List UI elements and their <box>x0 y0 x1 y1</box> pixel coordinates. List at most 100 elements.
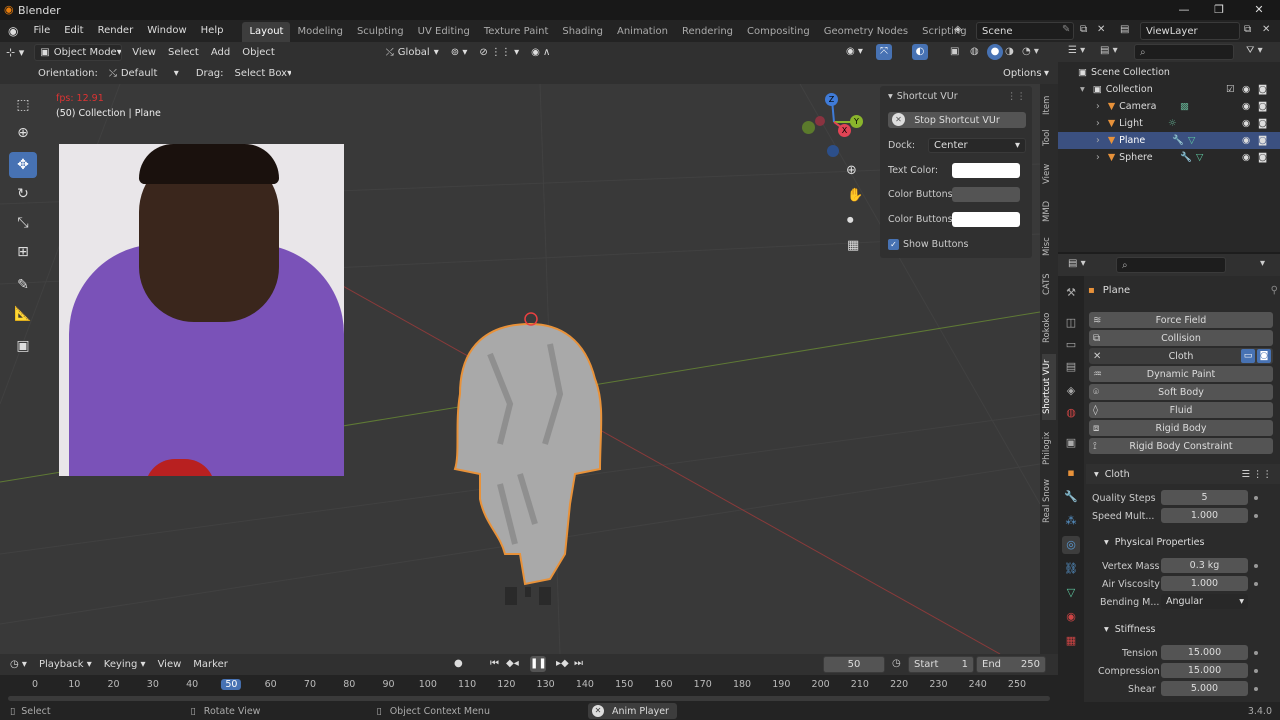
eye-icon[interactable]: ◉ <box>1242 101 1250 112</box>
output-tab-icon[interactable]: ▭ <box>1062 336 1080 354</box>
cloth-object[interactable] <box>440 284 620 604</box>
start-frame-field[interactable]: Start 1 <box>908 656 974 673</box>
eye-icon[interactable]: ◉ <box>1242 118 1250 129</box>
scene-icon[interactable]: ◈ <box>954 24 962 35</box>
fluid-button[interactable]: ◊ Fluid <box>1089 402 1273 418</box>
gizmo-neg-y[interactable] <box>802 121 815 134</box>
outliner-collection[interactable]: ▾ ▣ Collection ☑ ◉ ◙ <box>1058 81 1280 98</box>
cancel-icon[interactable]: ✕ <box>591 705 604 717</box>
menu-file[interactable]: File <box>26 20 57 42</box>
outliner-search[interactable]: ⌕ <box>1134 44 1234 60</box>
scene-selector[interactable]: Scene <box>976 22 1074 40</box>
tab-philogix[interactable]: Philogix <box>1042 426 1056 470</box>
keyframe-dot[interactable] <box>1254 669 1258 673</box>
keyframe-dot[interactable] <box>1254 496 1258 500</box>
maximize-icon[interactable]: ❐ <box>1211 2 1227 18</box>
render-toggle-icon[interactable]: ◙ <box>1257 349 1271 363</box>
editor-type-icon[interactable]: ⊹ ▾ <box>0 46 30 59</box>
select-tool-icon[interactable]: ⬚ <box>9 92 37 118</box>
keyframe-dot[interactable] <box>1254 651 1258 655</box>
drag-handle-icon[interactable]: ⋮⋮ <box>1007 91 1026 102</box>
snap-icon[interactable]: ⊘ ⋮⋮ ▾ <box>473 47 525 58</box>
view-layer-icon[interactable]: ▤ <box>1120 24 1129 35</box>
physics-tab-icon[interactable]: ◎ <box>1062 536 1080 554</box>
tab-cats[interactable]: CATS <box>1042 270 1056 298</box>
view-layer-tab-icon[interactable]: ▤ <box>1062 358 1080 376</box>
list-menu-icon[interactable]: ☰ ⋮⋮ <box>1241 469 1272 480</box>
eye-icon[interactable]: ◉ <box>1242 152 1250 163</box>
panel-header[interactable]: ▾ Shortcut VUr ⋮⋮ <box>888 88 1026 104</box>
current-frame-field[interactable]: 50 <box>823 656 885 673</box>
outliner-scene-collection[interactable]: ▣ Scene Collection <box>1058 64 1280 81</box>
mode-selector[interactable]: ▣ Object Mode ▾ <box>34 44 123 61</box>
light-data-icon[interactable]: ☼ <box>1168 118 1177 129</box>
menu-render[interactable]: Render <box>91 20 141 42</box>
particles-tab-icon[interactable]: ⁂ <box>1062 512 1080 530</box>
pan-icon[interactable]: ✋ <box>847 188 863 203</box>
outliner-item-camera[interactable]: › ▼ Camera ▩ ◉ ◙ <box>1058 98 1280 115</box>
eye-icon[interactable]: ◉ <box>1242 135 1250 146</box>
quality-steps-field[interactable]: 5 <box>1161 490 1248 505</box>
measure-tool-icon[interactable]: 📐 <box>9 301 37 327</box>
eye-icon[interactable]: ◉ <box>1242 84 1250 95</box>
jump-end-icon[interactable]: ⏭ <box>574 658 583 669</box>
modifier-tab-icon[interactable]: 🔧 <box>1062 488 1080 506</box>
remove-view-layer-icon[interactable]: ✕ <box>1262 24 1270 35</box>
transform-orientation[interactable]: ⤯ Global ▾ <box>381 44 445 61</box>
tab-misc[interactable]: Misc <box>1042 234 1056 260</box>
data-tab-icon[interactable]: ▽ <box>1062 584 1080 602</box>
outliner-item-sphere[interactable]: › ▼ Sphere 🔧 ▽ ◉ ◙ <box>1058 149 1280 166</box>
dynamic-paint-button[interactable]: ♒ Dynamic Paint <box>1089 366 1273 382</box>
scene-tab-icon[interactable]: ◈ <box>1062 382 1080 400</box>
gizmo-toggle-icon[interactable]: ⤧ <box>876 44 892 60</box>
material-shading-icon[interactable]: ◑ <box>1005 46 1014 57</box>
viewport-menu-view[interactable]: View <box>126 47 162 58</box>
object-tab-icon[interactable]: ▪ <box>1062 464 1080 482</box>
marker-menu[interactable]: Marker <box>187 659 234 670</box>
viewport-menu-add[interactable]: Add <box>205 47 236 58</box>
timeline-view-menu[interactable]: View <box>152 659 188 670</box>
tab-scripting[interactable]: Scripting <box>915 22 973 42</box>
tab-shading[interactable]: Shading <box>555 22 610 42</box>
compression-field[interactable]: 15.000 <box>1161 663 1248 678</box>
keyframe-dot[interactable] <box>1254 582 1258 586</box>
tab-texture-paint[interactable]: Texture Paint <box>477 22 556 42</box>
camera-render-icon[interactable]: ◙ <box>1258 152 1267 163</box>
anim-player-status[interactable]: ✕ Anim Player <box>587 703 677 719</box>
display-mode-icon[interactable]: ▤ ▾ <box>1100 45 1118 56</box>
camera-view-icon[interactable]: ⏺ <box>847 213 854 228</box>
text-color-swatch[interactable] <box>952 162 1020 178</box>
proportional-edit-icon[interactable]: ◉ ∧ <box>525 47 556 58</box>
wireframe-shading-icon[interactable]: ◍ <box>970 46 979 57</box>
render-tab-icon[interactable]: ◫ <box>1062 314 1080 332</box>
gizmo-neg-x[interactable] <box>815 116 825 126</box>
tab-sculpting[interactable]: Sculpting <box>350 22 411 42</box>
camera-render-icon[interactable]: ◙ <box>1258 135 1267 146</box>
blender-menu-icon[interactable]: ◉ <box>0 20 26 42</box>
tab-rendering[interactable]: Rendering <box>675 22 740 42</box>
tab-layout[interactable]: Layout <box>242 22 291 42</box>
overlay-toggle-icon[interactable]: ◐ <box>912 44 928 60</box>
tab-compositing[interactable]: Compositing <box>740 22 817 42</box>
cloth-section-header[interactable]: ▾ Cloth ☰ ⋮⋮ <box>1086 464 1280 484</box>
outliner-item-light[interactable]: › ▼ Light ☼ ◉ ◙ <box>1058 115 1280 132</box>
add-cube-tool-icon[interactable]: ▣ <box>9 333 37 359</box>
camera-render-icon[interactable]: ◙ <box>1258 84 1267 95</box>
outliner-item-plane[interactable]: › ▼ Plane 🔧 ▽ ◉ ◙ <box>1058 132 1280 149</box>
viewport-menu-select[interactable]: Select <box>162 47 205 58</box>
tension-field[interactable]: 15.000 <box>1161 645 1248 660</box>
tab-animation[interactable]: Animation <box>610 22 675 42</box>
stop-shortcut-button[interactable]: ✕ Stop Shortcut VUr <box>888 112 1026 128</box>
rigid-body-constraint-button[interactable]: ⟟ Rigid Body Constraint <box>1089 438 1273 454</box>
mesh-data-icon[interactable]: ▽ <box>1188 135 1195 146</box>
color-buttons2-swatch[interactable] <box>952 211 1020 227</box>
constraints-tab-icon[interactable]: ⛓ <box>1062 560 1080 578</box>
expand-icon[interactable]: ▾ <box>1080 84 1085 95</box>
gizmo-z[interactable]: Z <box>825 93 838 106</box>
air-viscosity-field[interactable]: 1.000 <box>1161 576 1248 591</box>
tab-mmd[interactable]: MMD <box>1042 198 1056 224</box>
stopwatch-icon[interactable]: ◷ <box>892 658 901 669</box>
viewport-menu-object[interactable]: Object <box>236 47 281 58</box>
minimize-icon[interactable]: — <box>1176 2 1192 18</box>
record-icon[interactable]: ● <box>454 658 463 669</box>
